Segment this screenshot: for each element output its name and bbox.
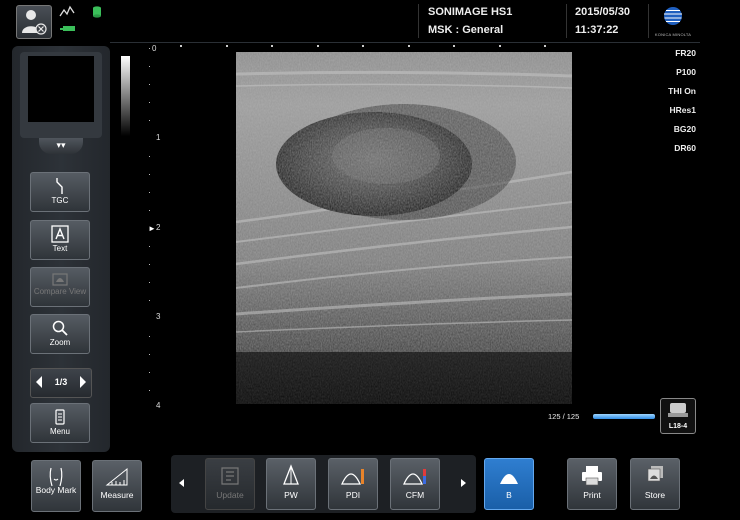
pw-label: PW [284,490,298,500]
param-thi: THI On [668,86,696,96]
update-button[interactable]: Update [205,458,255,510]
status-icons [58,4,104,38]
tgc-button[interactable]: TGC [30,172,90,212]
measure-label: Measure [100,490,134,500]
left-control-panel: ▾▾ TGC Text Compare View Zoom 1/3 Menu [12,46,110,452]
store-label: Store [644,490,666,500]
grayscale-bar [121,56,130,136]
thumbnail-screen[interactable] [28,56,94,122]
depth-tick: 4 [156,401,161,410]
b-mode-icon [500,474,518,484]
exam-date: 2015/05/30 [575,6,631,18]
focus-marker[interactable]: ► [148,224,156,233]
text-button-label: Text [52,244,68,253]
magnifier-icon [52,320,68,336]
pdi-mode-button[interactable]: PDI [328,458,378,510]
strip-next-icon[interactable] [458,474,470,492]
menu-button-label: Menu [49,427,70,436]
page-pager: 1/3 [30,368,92,398]
b-mode-button[interactable]: B [484,458,534,510]
page-next-icon[interactable] [78,374,88,390]
param-power: P100 [676,67,696,77]
text-button[interactable]: Text [30,220,90,260]
focus-marker-arrow: ► [148,224,156,233]
depth-tick: 1 [156,133,161,142]
printer-icon [582,466,602,486]
b-mode-label: B [506,490,512,500]
zoom-button[interactable]: Zoom [30,314,90,354]
tgc-curve-icon [56,178,63,194]
probe-icon [668,403,688,417]
depth-tick: 3 [156,312,161,321]
collapse-panel-button[interactable]: ▾▾ [39,138,83,154]
brand-logo-text: KONICA MINOLTA [654,32,692,37]
exam-preset: MSK : General [428,24,504,36]
store-button[interactable]: Store [630,458,680,510]
body-mark-label: Body Mark [35,485,77,495]
database-icon [93,6,101,18]
compare-view-icon [52,273,68,286]
depth-tick: 2 [156,223,161,232]
gain-readout: 125 / 125 [548,412,580,421]
strip-prev-icon[interactable] [175,474,187,492]
compare-view-button[interactable]: Compare View [30,267,90,307]
ruler-icon [105,467,128,486]
exam-time: 11:37:22 [575,24,619,36]
param-dynamic-range: DR60 [674,143,696,153]
double-chevron-down-icon: ▾▾ [56,140,66,150]
probe-indicator[interactable]: L18-4 [660,398,696,434]
print-label: Print [583,490,601,500]
network-icon [60,26,75,31]
signal-icon [59,5,75,17]
store-icon [647,466,663,482]
param-bg: BG20 [673,124,696,134]
brand-globe-icon [664,7,682,25]
param-frame-rate: FR20 [675,48,696,58]
pw-mode-button[interactable]: PW [266,458,316,510]
menu-button[interactable]: Menu [30,403,90,443]
param-hres: HRes1 [669,105,696,115]
lateral-scale [180,45,546,47]
compare-view-label: Compare View [33,287,87,296]
text-a-icon [51,225,69,243]
patient-icon [22,10,47,35]
pdi-label: PDI [345,490,361,500]
zoom-button-label: Zoom [49,338,71,347]
thumbnail-frame [20,52,102,138]
depth-tick: 0 [152,44,157,53]
cfm-mode-button[interactable]: CFM [390,458,440,510]
gain-bar [593,414,655,419]
update-icon [221,467,239,485]
patient-button[interactable] [16,5,52,39]
body-mark-button[interactable]: Body Mark [31,460,81,512]
pw-doppler-icon [283,464,299,485]
menu-icon [55,409,65,425]
brand-logo: KONICA MINOLTA [651,6,695,38]
imaging-params: FR20 P100 THI On HRes1 BG20 DR60 [650,44,696,158]
measure-button[interactable]: Measure [92,460,142,512]
print-button[interactable]: Print [567,458,617,510]
cfm-icon [402,469,426,485]
tgc-button-label: TGC [51,196,69,205]
pdi-icon [340,469,364,485]
ultrasound-scan-image[interactable] [236,52,572,404]
system-name: SONIMAGE HS1 [428,6,513,18]
probe-name: L18-4 [668,423,688,430]
update-label: Update [216,490,244,500]
cfm-label: CFM [405,490,425,500]
